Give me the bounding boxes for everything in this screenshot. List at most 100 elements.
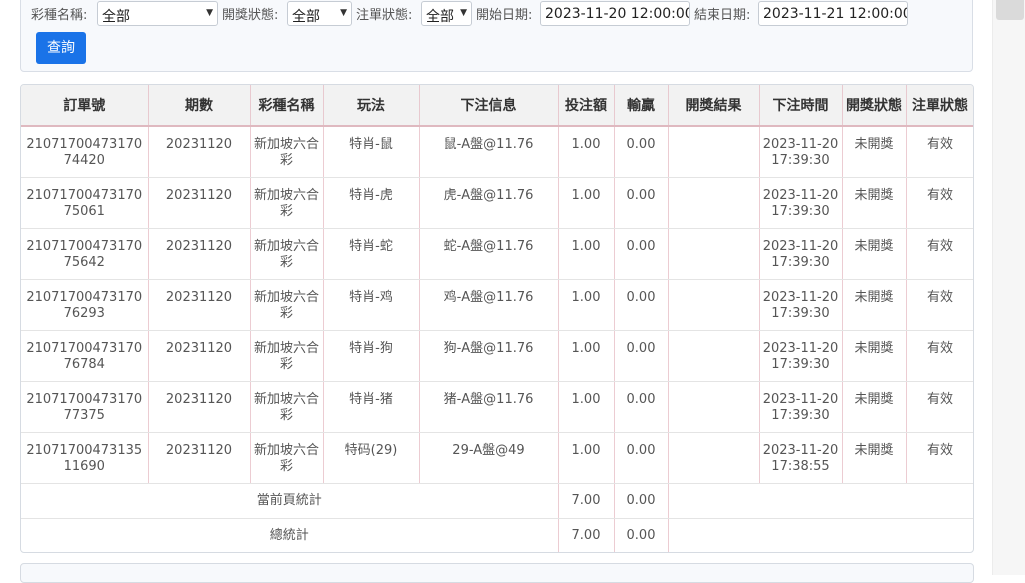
cell-bet-time: 2023-11-20 17:39:30: [759, 279, 843, 331]
cell-bet-info: 虎-A盤@11.76: [419, 177, 559, 229]
cell-amount: 1.00: [558, 177, 615, 229]
page-total-row-win-loss: 0.00: [614, 483, 669, 519]
filter-panel: 彩種名稱: 全部 ▼ 開獎狀態: 全部 ▼ 注單狀態: 全部 ▼ 開始日期: 2…: [20, 0, 973, 72]
cell-lottery: 新加坡六合彩: [250, 177, 324, 229]
cell-draw-status: 未開獎: [842, 177, 907, 229]
cell-amount: 1.00: [558, 228, 615, 280]
page-total-row: 當前頁統計 7.00 0.00: [21, 483, 973, 519]
cell-play: 特肖-鸡: [323, 279, 420, 331]
cell-lottery: 新加坡六合彩: [250, 279, 324, 331]
end-date-label: 結束日期:: [694, 8, 751, 23]
lottery-label: 彩種名稱:: [31, 8, 88, 23]
grand-total-row-label: 總統計: [21, 518, 559, 552]
cell-play: 特肖-鼠: [323, 126, 420, 178]
grand-total-row-win-loss: 0.00: [614, 518, 669, 552]
grand-total-row-blank: [668, 518, 973, 552]
scrollbar-thumb[interactable]: [996, 0, 1024, 20]
cell-result: [668, 279, 760, 331]
scrollbar[interactable]: [992, 0, 1025, 575]
draw-status-select-value: 全部: [292, 9, 320, 25]
cell-bet-time: 2023-11-20 17:39:30: [759, 126, 843, 178]
chevron-down-icon: ▼: [460, 8, 467, 18]
header-bet-status: 注單狀態: [906, 85, 973, 127]
table-row: 2107170047317075642 20231120 新加坡六合彩 特肖-蛇 蛇-A…: [21, 228, 973, 280]
bet-records-table: 訂單號 期數 彩種名稱 玩法 下注信息 投注額 輸贏 開獎結果 下注時間 開獎狀…: [21, 85, 973, 552]
cell-amount: 1.00: [558, 432, 615, 484]
cell-result: [668, 126, 760, 178]
cell-bet-status: 有效: [906, 381, 973, 433]
cell-bet-status: 有效: [906, 177, 973, 229]
start-date-label: 開始日期:: [476, 8, 533, 23]
cell-result: [668, 228, 760, 280]
cell-bet-status: 有效: [906, 228, 973, 280]
cell-bet-status: 有效: [906, 279, 973, 331]
cell-order-no: 2107170047317075061: [21, 177, 149, 229]
table-header-row: 訂單號 期數 彩種名稱 玩法 下注信息 投注額 輸贏 開獎結果 下注時間 開獎狀…: [21, 85, 973, 127]
cell-lottery: 新加坡六合彩: [250, 432, 324, 484]
cell-play: 特肖-猪: [323, 381, 420, 433]
table-row: 2107170047317077375 20231120 新加坡六合彩 特肖-猪 猪-A…: [21, 381, 973, 433]
grand-total-row-amount: 7.00: [558, 518, 615, 552]
cell-draw-status: 未開獎: [842, 279, 907, 331]
lottery-select-value: 全部: [102, 9, 130, 25]
header-play: 玩法: [323, 85, 420, 127]
cell-bet-info: 鼠-A盤@11.76: [419, 126, 559, 178]
cell-win-loss: 0.00: [614, 126, 669, 178]
cell-result: [668, 381, 760, 433]
draw-status-select[interactable]: 全部 ▼: [287, 1, 352, 26]
cell-period: 20231120: [148, 432, 251, 484]
bet-status-select[interactable]: 全部 ▼: [421, 1, 472, 26]
cell-bet-time: 2023-11-20 17:39:30: [759, 177, 843, 229]
table-row: 2107170047317075061 20231120 新加坡六合彩 特肖-虎 虎-A…: [21, 177, 973, 229]
cell-win-loss: 0.00: [614, 228, 669, 280]
header-win-loss: 輸贏: [614, 85, 669, 127]
cell-period: 20231120: [148, 126, 251, 178]
header-amount: 投注額: [558, 85, 615, 127]
cell-win-loss: 0.00: [614, 177, 669, 229]
cell-lottery: 新加坡六合彩: [250, 126, 324, 178]
header-draw-status: 開獎狀態: [842, 85, 907, 127]
cell-order-no: 2107170047317075642: [21, 228, 149, 280]
header-order-no: 訂單號: [21, 85, 149, 127]
end-date-input[interactable]: 2023-11-21 12:00:00: [758, 1, 908, 26]
bet-status-select-value: 全部: [426, 9, 454, 25]
cell-draw-status: 未開獎: [842, 432, 907, 484]
cell-bet-time: 2023-11-20 17:38:55: [759, 432, 843, 484]
cell-draw-status: 未開獎: [842, 126, 907, 178]
cell-order-no: 2107170047317076293: [21, 279, 149, 331]
cell-win-loss: 0.00: [614, 381, 669, 433]
cell-order-no: 2107170047317074420: [21, 126, 149, 178]
cell-amount: 1.00: [558, 126, 615, 178]
cell-win-loss: 0.00: [614, 279, 669, 331]
page-total-row-label: 當前頁統計: [21, 483, 559, 519]
page-total-row-amount: 7.00: [558, 483, 615, 519]
cell-bet-status: 有效: [906, 432, 973, 484]
cell-lottery: 新加坡六合彩: [250, 330, 324, 382]
cell-play: 特肖-虎: [323, 177, 420, 229]
cell-bet-time: 2023-11-20 17:39:30: [759, 228, 843, 280]
draw-status-label: 開獎狀態:: [222, 8, 279, 23]
start-date-input[interactable]: 2023-11-20 12:00:00: [540, 1, 690, 26]
cell-bet-info: 29-A盤@49: [419, 432, 559, 484]
bet-status-label: 注單狀態:: [356, 8, 413, 23]
cell-period: 20231120: [148, 228, 251, 280]
table-row: 2107170047317076293 20231120 新加坡六合彩 特肖-鸡 鸡-A…: [21, 279, 973, 331]
cell-amount: 1.00: [558, 381, 615, 433]
lottery-select[interactable]: 全部 ▼: [97, 1, 218, 26]
cell-play: 特肖-蛇: [323, 228, 420, 280]
cell-result: [668, 177, 760, 229]
cell-period: 20231120: [148, 381, 251, 433]
cell-play: 特码(29): [323, 432, 420, 484]
cell-win-loss: 0.00: [614, 432, 669, 484]
cell-result: [668, 432, 760, 484]
cell-draw-status: 未開獎: [842, 228, 907, 280]
cell-bet-info: 鸡-A盤@11.76: [419, 279, 559, 331]
cell-amount: 1.00: [558, 330, 615, 382]
cell-period: 20231120: [148, 279, 251, 331]
query-button[interactable]: 查詢: [36, 32, 86, 64]
grand-total-row: 總統計 7.00 0.00: [21, 518, 973, 552]
cell-period: 20231120: [148, 330, 251, 382]
cell-bet-info: 猪-A盤@11.76: [419, 381, 559, 433]
header-period: 期數: [148, 85, 251, 127]
filter-row: 彩種名稱: 全部 ▼ 開獎狀態: 全部 ▼ 注單狀態: 全部 ▼ 開始日期: 2…: [31, 1, 972, 26]
